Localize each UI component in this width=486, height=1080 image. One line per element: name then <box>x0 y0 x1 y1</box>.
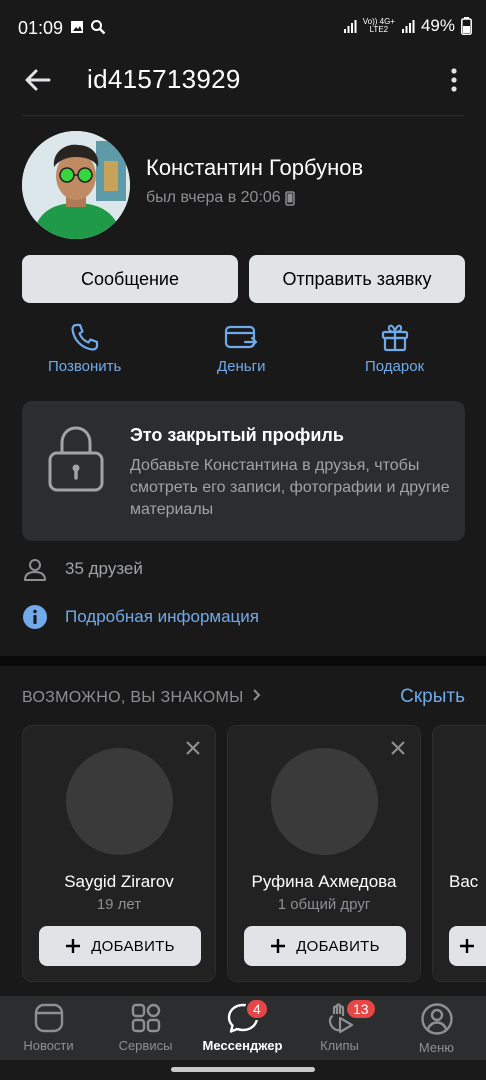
back-button[interactable] <box>22 64 54 96</box>
profile-actions: Позвонить Деньги Подарок <box>22 322 465 382</box>
avatar-photo <box>22 131 130 239</box>
bottom-tab-bar: Новости Сервисы 4 Мессенджер 13 Клипы Ме… <box>0 996 486 1060</box>
suggestion-card[interactable]: Saygid Zirarov 19 лет ДОБАВИТЬ <box>22 725 216 982</box>
money-label: Деньги <box>217 358 266 375</box>
status-time: 01:09 <box>18 18 64 38</box>
tab-menu-label: Меню <box>418 1040 455 1055</box>
plus-icon <box>66 939 81 953</box>
signal-icon <box>343 20 357 33</box>
more-vertical-icon <box>451 68 457 92</box>
suggestion-card-partial[interactable]: Вас <box>432 725 486 982</box>
friends-count: 35 друзей <box>65 559 143 578</box>
tab-menu[interactable]: Меню <box>388 996 485 1060</box>
tab-messenger[interactable]: 4 Мессенджер <box>194 996 291 1060</box>
money-action[interactable]: Деньги <box>217 322 265 375</box>
call-label: Позвонить <box>48 358 122 375</box>
user-icon <box>22 556 48 582</box>
call-action[interactable]: Позвонить <box>48 322 121 375</box>
private-profile-title: Это закрытый профиль <box>130 425 344 445</box>
suggestion-subtitle: 1 общий друг <box>277 896 371 913</box>
suggestion-subtitle: 19 лет <box>96 896 142 913</box>
add-friend-button[interactable] <box>449 926 486 966</box>
gift-label: Подарок <box>365 358 425 375</box>
last-seen-status: был вчера в 20:06 <box>146 189 295 207</box>
close-icon[interactable] <box>390 740 406 756</box>
mobile-phone-icon <box>284 190 295 206</box>
suggestions-title[interactable]: ВОЗМОЖНО, ВЫ ЗНАКОМЫ <box>22 688 262 707</box>
message-button[interactable]: Сообщение <box>22 255 238 303</box>
home-indicator-bar[interactable] <box>171 1067 315 1072</box>
gift-action[interactable]: Подарок <box>365 322 424 375</box>
search-notification-icon <box>91 20 106 35</box>
suggestion-avatar <box>271 748 378 855</box>
battery-icon <box>461 17 472 35</box>
detailed-info-label: Подробная информация <box>65 607 259 626</box>
home-indicator <box>0 1060 486 1080</box>
info-icon <box>22 604 48 630</box>
plus-icon <box>271 939 286 953</box>
network-bottom-label: LTE2 <box>369 25 389 34</box>
tab-messenger-label: Мессенджер <box>202 1038 283 1053</box>
chevron-right-icon <box>253 689 261 701</box>
last-seen-text: был вчера в 20:06 <box>146 189 281 206</box>
battery-percent: 49% <box>420 16 455 35</box>
tab-news-label: Новости <box>23 1038 74 1053</box>
lock-icon <box>48 426 104 492</box>
add-friend-label: ДОБАВИТЬ <box>296 937 380 955</box>
suggestion-name: Руфина Ахмедова <box>251 872 397 891</box>
profile-header: id415713929 <box>0 56 486 116</box>
suggestion-name: Saygid Zirarov <box>64 872 174 891</box>
add-friend-button[interactable]: ДОБАВИТЬ <box>244 926 406 966</box>
suggestions-title-text: ВОЗМОЖНО, ВЫ ЗНАКОМЫ <box>22 689 244 706</box>
friends-row[interactable]: 35 друзей <box>22 556 143 582</box>
tab-clips-label: Клипы <box>320 1038 359 1053</box>
status-bar: 01:09 Vo)) 4G+ LTE2 49% <box>0 0 486 56</box>
private-profile-text: Добавьте Константина в друзья, чтобы смо… <box>130 457 450 518</box>
add-friend-button[interactable]: ДОБАВИТЬ <box>39 926 201 966</box>
arrow-left-icon <box>25 69 51 91</box>
plus-icon <box>460 939 474 953</box>
tab-clips[interactable]: 13 Клипы <box>291 996 388 1060</box>
menu-profile-icon <box>420 1003 453 1035</box>
money-transfer-icon <box>225 325 258 349</box>
news-icon <box>34 1003 63 1033</box>
tab-services-label: Сервисы <box>118 1038 173 1053</box>
gallery-notification-icon <box>71 21 83 33</box>
profile-name: Константин Горбунов <box>146 155 364 180</box>
more-options-button[interactable] <box>444 64 464 96</box>
status-notification-icons <box>70 19 106 35</box>
messenger-badge: 4 <box>245 998 269 1020</box>
clips-badge: 13 <box>345 998 377 1020</box>
add-friend-label: ДОБАВИТЬ <box>91 937 175 955</box>
private-profile-card: Это закрытый профиль Добавьте Константин… <box>22 401 465 541</box>
avatar[interactable] <box>22 131 130 239</box>
tab-services[interactable]: Сервисы <box>97 996 194 1060</box>
header-divider <box>22 115 464 116</box>
close-icon[interactable] <box>185 740 201 756</box>
network-type: Vo)) 4G+ LTE2 <box>363 18 395 34</box>
suggestions-header: ВОЗМОЖНО, ВЫ ЗНАКОМЫ Скрыть <box>22 686 465 708</box>
gift-icon <box>381 324 408 352</box>
suggestion-card[interactable]: Руфина Ахмедова 1 общий друг ДОБАВИТЬ <box>227 725 421 982</box>
detailed-info-row[interactable]: Подробная информация <box>22 604 259 630</box>
phone-icon <box>71 323 98 351</box>
tab-news[interactable]: Новости <box>0 996 97 1060</box>
suggestion-name: Вас <box>449 872 479 891</box>
suggestion-avatar <box>66 748 173 855</box>
services-icon <box>131 1003 160 1033</box>
send-request-button[interactable]: Отправить заявку <box>249 255 465 303</box>
hide-suggestions-button[interactable]: Скрыть <box>400 686 465 708</box>
page-title: id415713929 <box>87 64 241 94</box>
profile-button-row: Сообщение Отправить заявку <box>22 255 465 303</box>
section-separator <box>0 656 486 666</box>
signal-icon-2 <box>401 20 415 33</box>
